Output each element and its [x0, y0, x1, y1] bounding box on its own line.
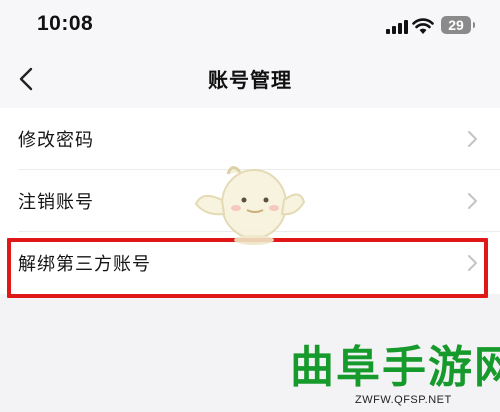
nav-bar: 账号管理	[0, 50, 500, 108]
watermark-logo-text: 曲阜手游网	[290, 342, 500, 393]
list-item-label: 修改密码	[18, 130, 94, 151]
mascot-watermark-icon	[194, 166, 306, 245]
status-bar: 10:08 29	[0, 0, 500, 50]
cellular-signal-icon	[386, 20, 408, 34]
battery-icon: 29	[441, 16, 475, 34]
page-title: 账号管理	[208, 68, 292, 92]
wifi-icon	[412, 18, 434, 34]
status-time: 10:08	[37, 12, 94, 35]
watermark-url: ZWFW.QFSP.NET	[355, 394, 452, 406]
list-item-label: 注销账号	[18, 192, 94, 213]
chevron-right-icon	[468, 193, 477, 209]
chevron-right-icon	[468, 131, 477, 147]
